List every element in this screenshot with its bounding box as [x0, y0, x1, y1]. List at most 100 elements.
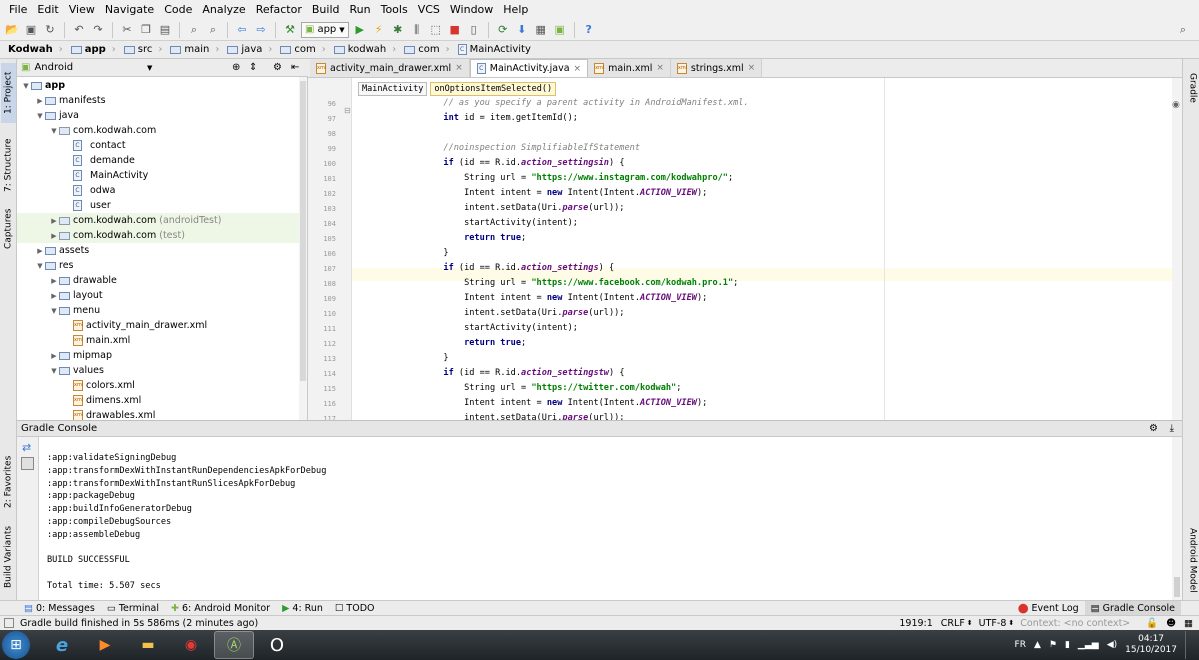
signal-icon[interactable]: ▁▃▅: [1078, 640, 1099, 650]
tree-item[interactable]: Cdemande: [63, 153, 135, 168]
clear-console-icon[interactable]: [21, 457, 34, 470]
expand-arrow-icon[interactable]: ▼: [49, 307, 59, 315]
editor-tab[interactable]: C MainActivity.java ×: [469, 59, 589, 77]
memory-icon[interactable]: ▦: [1184, 618, 1193, 629]
project-tool-button[interactable]: 1: Project: [1, 63, 16, 123]
tree-item[interactable]: xml dimens.xml: [63, 393, 141, 408]
breadcrumb-item[interactable]: C MainActivity: [454, 44, 535, 55]
breadcrumb-item[interactable]: java ›: [223, 44, 276, 55]
tree-item[interactable]: Codwa: [63, 183, 115, 198]
close-icon[interactable]: ×: [656, 63, 664, 73]
tree-item[interactable]: ▶ assets: [35, 243, 89, 258]
start-button[interactable]: ⊞: [2, 631, 30, 659]
caret-position[interactable]: 1919:1: [899, 618, 932, 629]
collapse-arrow-icon[interactable]: ▶: [49, 277, 59, 285]
android-monitor-tool-button[interactable]: ✚ 6: Android Monitor: [165, 601, 276, 616]
soft-wrap-icon[interactable]: ⇄: [22, 441, 31, 454]
close-icon[interactable]: ×: [574, 64, 582, 74]
breadcrumb-item[interactable]: com ›: [400, 44, 453, 55]
run-icon[interactable]: ▶: [352, 22, 368, 38]
breadcrumb-item[interactable]: main ›: [166, 44, 223, 55]
breadcrumb-item[interactable]: app ›: [67, 44, 120, 55]
expand-arrow-icon[interactable]: ▼: [49, 127, 59, 135]
menu-item-file[interactable]: File: [4, 0, 32, 19]
tree-item[interactable]: Cuser: [63, 198, 111, 213]
collapse-arrow-icon[interactable]: ▶: [49, 352, 59, 360]
attach-debugger-icon[interactable]: ⬚: [428, 22, 444, 38]
captures-tool-button[interactable]: Captures: [1, 205, 16, 253]
breadcrumb-item[interactable]: kodwah ›: [330, 44, 401, 55]
media-player-icon[interactable]: ▶: [85, 631, 125, 659]
messages-tool-button[interactable]: ▤ 0: Messages: [18, 601, 101, 616]
editor-scrollbar[interactable]: ◉: [1172, 78, 1182, 420]
terminal-tool-button[interactable]: ▭ Terminal: [101, 601, 165, 616]
favorites-tool-button[interactable]: 2: Favorites: [1, 451, 16, 513]
editor-breadcrumb-item[interactable]: onOptionsItemSelected(): [430, 82, 557, 96]
menu-item-vcs[interactable]: VCS: [413, 0, 445, 19]
editor-breadcrumb-item[interactable]: MainActivity: [358, 82, 428, 96]
apply-changes-icon[interactable]: ⚡: [371, 22, 387, 38]
sync-icon[interactable]: ↻: [42, 22, 58, 38]
tree-item[interactable]: ▶ mipmap: [49, 348, 112, 363]
close-icon[interactable]: ×: [748, 63, 756, 73]
open-folder-icon[interactable]: 📂: [4, 22, 20, 38]
opera-icon[interactable]: O: [257, 631, 297, 659]
build-hammer-icon[interactable]: ⚒: [282, 22, 298, 38]
tree-item[interactable]: ▼ res: [35, 258, 73, 273]
tree-item[interactable]: ▼ app: [21, 78, 65, 93]
editor-tab[interactable]: xml activity_main_drawer.xml ×: [310, 59, 470, 77]
internet-explorer-icon[interactable]: e: [42, 631, 82, 659]
tree-item[interactable]: ▶ com.kodwah.com (androidTest): [49, 213, 221, 228]
menu-item-refactor[interactable]: Refactor: [251, 0, 307, 19]
tree-item[interactable]: xml activity_main_drawer.xml: [63, 318, 207, 333]
copy-icon[interactable]: ❐: [138, 22, 154, 38]
console-scrollbar[interactable]: [1172, 437, 1182, 600]
settings-gear-icon[interactable]: ⚙: [1149, 423, 1158, 434]
event-log-tool-button[interactable]: ⬤ Event Log: [1012, 601, 1085, 616]
find-icon[interactable]: ⌕: [186, 22, 202, 38]
stop-icon[interactable]: ■: [447, 22, 463, 38]
cut-icon[interactable]: ✂: [119, 22, 135, 38]
menu-item-navigate[interactable]: Navigate: [100, 0, 159, 19]
collapse-arrow-icon[interactable]: ▶: [49, 292, 59, 300]
android-studio-icon[interactable]: Ⓐ: [214, 631, 254, 659]
code-editor[interactable]: 96 97 98 99 100 101 102 103 104 105 106 107 108 109 11…: [308, 78, 1182, 420]
file-encoding[interactable]: UTF-8: [979, 618, 1007, 629]
collapse-arrow-icon[interactable]: ▶: [49, 217, 59, 225]
menu-item-code[interactable]: Code: [159, 0, 197, 19]
tree-item[interactable]: C MainActivity: [63, 168, 148, 183]
tree-item[interactable]: ▼ com.kodwah.com: [49, 123, 156, 138]
tree-item[interactable]: ▶ com.kodwah.com (test): [49, 228, 185, 243]
input-language[interactable]: FR: [1015, 640, 1026, 650]
editor-tab[interactable]: xml strings.xml ×: [670, 59, 763, 77]
project-structure-icon[interactable]: ▦: [533, 22, 549, 38]
editor-tab[interactable]: xml main.xml ×: [588, 59, 671, 77]
close-icon[interactable]: ×: [455, 63, 463, 73]
tree-item[interactable]: xml main.xml: [63, 333, 130, 348]
tree-item[interactable]: ▶ drawable: [49, 273, 117, 288]
scrollbar-thumb[interactable]: [300, 81, 306, 381]
clock[interactable]: 04:17 15/10/2017: [1125, 634, 1177, 656]
gradle-tool-button[interactable]: Gradle: [1185, 63, 1199, 113]
menu-item-window[interactable]: Window: [445, 0, 498, 19]
expand-arrow-icon[interactable]: ▼: [35, 262, 45, 270]
project-view-select[interactable]: Android: [34, 62, 73, 73]
menu-item-tools[interactable]: Tools: [376, 0, 413, 19]
fold-marker-icon[interactable]: ⊟: [344, 106, 351, 115]
search-everywhere-icon[interactable]: ⌕: [1175, 22, 1191, 38]
android-monitor-icon[interactable]: ▣: [552, 22, 568, 38]
expand-arrow-icon[interactable]: ▼: [21, 82, 31, 90]
forward-icon[interactable]: ⇨: [253, 22, 269, 38]
gradle-console-tool-button[interactable]: ▤ Gradle Console: [1084, 600, 1181, 616]
back-icon[interactable]: ⇦: [234, 22, 250, 38]
tree-item[interactable]: ▼ values: [49, 363, 104, 378]
breadcrumb-item[interactable]: com ›: [276, 44, 329, 55]
line-separator[interactable]: CRLF: [941, 618, 965, 629]
tree-item[interactable]: xml drawables.xml: [63, 408, 155, 420]
expand-arrow-icon[interactable]: ▼: [49, 367, 59, 375]
save-icon[interactable]: ▣: [23, 22, 39, 38]
gradle-console-output[interactable]: ⇄ :app:validateSigningDebug:app:transfor…: [17, 437, 1182, 600]
collapse-arrow-icon[interactable]: ▶: [35, 97, 45, 105]
context-value[interactable]: <no context>: [1064, 618, 1131, 629]
menu-item-build[interactable]: Build: [307, 0, 345, 19]
